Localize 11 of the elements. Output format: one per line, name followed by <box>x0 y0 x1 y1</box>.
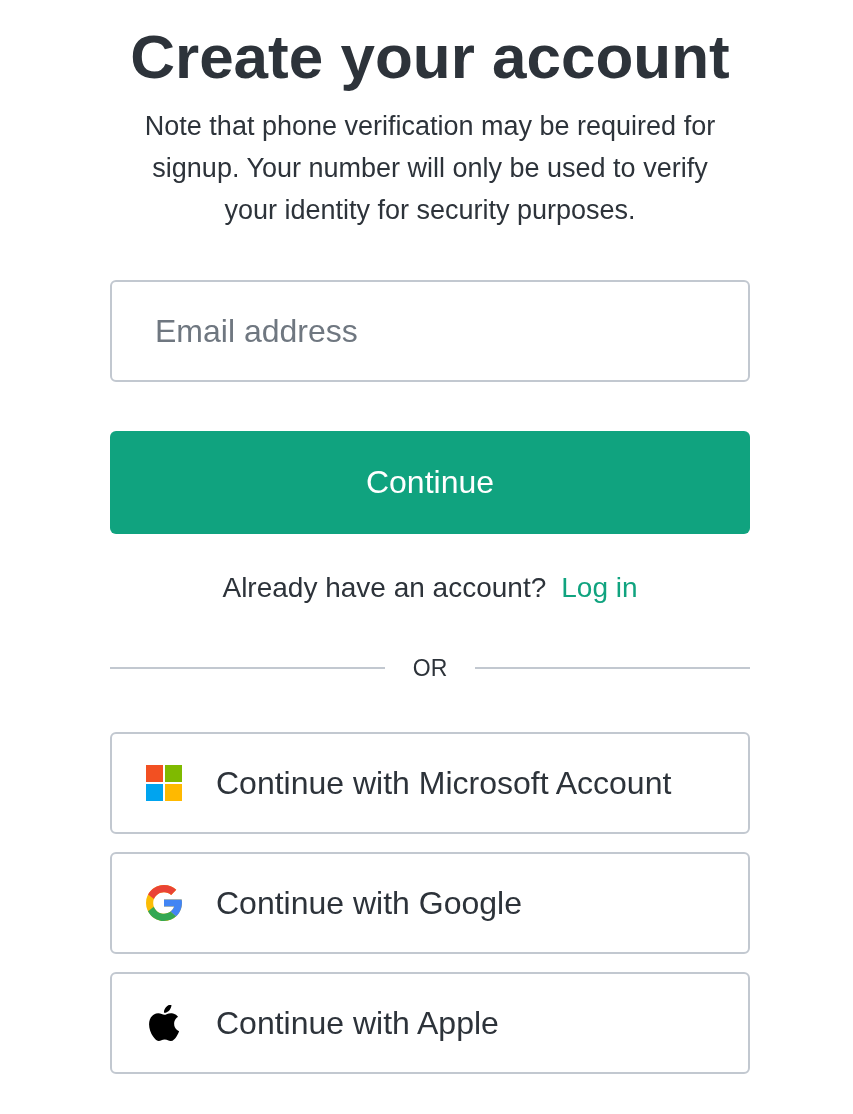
divider-label: OR <box>411 654 449 683</box>
social-login-button[interactable]: Continue with Google <box>110 852 750 954</box>
login-prompt-text: Already have an account? <box>222 571 547 605</box>
apple-logo-icon <box>146 1005 182 1041</box>
email-field[interactable]: Email address <box>110 280 750 382</box>
google-logo-icon <box>146 885 182 921</box>
page-title: Create your account <box>130 21 730 93</box>
microsoft-logo-icon <box>146 765 182 801</box>
phone-verification-note: Note that phone verification may be required for signup. Your number will only be used to verify your identity for security purposes. <box>143 110 717 227</box>
social-login-button[interactable]: Continue with Apple <box>110 972 750 1074</box>
social-login-button[interactable]: Continue with Microsoft Account <box>110 732 750 834</box>
